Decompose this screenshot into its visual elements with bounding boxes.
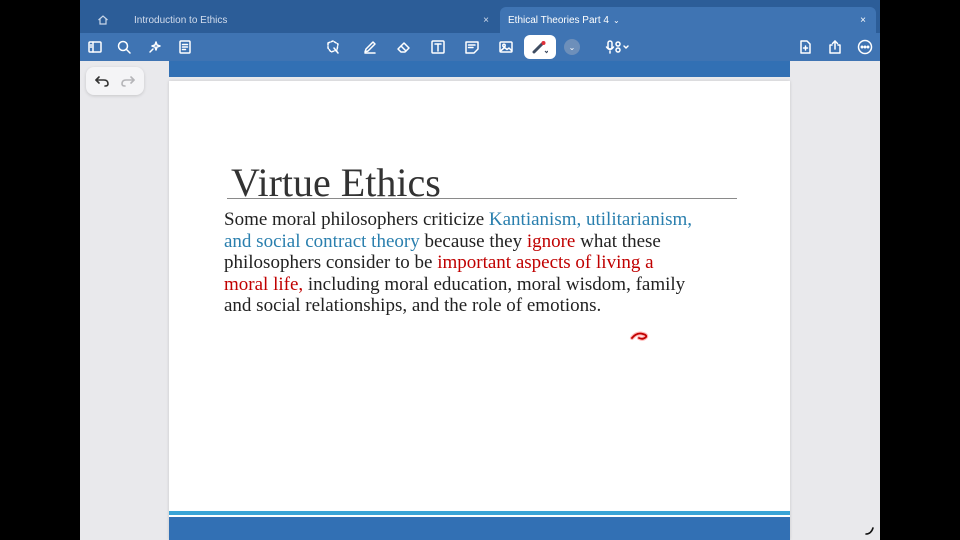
text-box-icon[interactable] [428, 38, 448, 56]
undo-redo-group [86, 67, 144, 95]
tab-bar: Introduction to Ethics × Ethical Theorie… [80, 0, 880, 33]
lasso-icon[interactable] [323, 38, 343, 56]
laser-pointer-scribble [630, 331, 649, 341]
text-span: what these [575, 230, 661, 252]
resize-handle-icon[interactable] [864, 524, 876, 536]
highlighted-text-red: moral life, [224, 273, 304, 295]
tab-label: Introduction to Ethics [134, 14, 228, 26]
more-icon[interactable] [855, 38, 875, 56]
home-icon [98, 15, 108, 25]
chevron-down-icon[interactable]: ⌄ [613, 16, 620, 25]
home-tab[interactable] [94, 7, 112, 33]
highlighted-text-blue: Kantianism, utilitarianism, [488, 209, 693, 230]
document-list-icon[interactable] [175, 38, 195, 56]
slide-body-text: Some moral philosophers criticize Kantia… [224, 209, 744, 317]
sidebar-icon[interactable] [85, 38, 105, 56]
sticky-note-icon[interactable] [462, 38, 482, 56]
text-span: Some moral philosophers criticize [224, 209, 489, 230]
undo-icon[interactable] [94, 73, 110, 89]
slide-page: Virtue Ethics Some moral philosophers cr… [169, 81, 790, 540]
title-divider [227, 198, 737, 199]
text-span: and social relationships, and the role o… [224, 295, 602, 316]
ai-sparkle-icon[interactable] [145, 38, 165, 56]
text-span: philosophers consider to be [224, 252, 438, 273]
tab-introduction-to-ethics[interactable]: Introduction to Ethics × [120, 7, 495, 33]
tab-close-icon[interactable]: × [860, 15, 866, 26]
body-line: philosophers consider to be important as… [224, 252, 744, 274]
image-icon[interactable] [496, 38, 516, 56]
share-icon[interactable] [825, 38, 845, 56]
tab-label: Ethical Theories Part 4 [508, 14, 609, 26]
body-line: moral life, including moral education, m… [224, 274, 744, 296]
microphone-icon[interactable] [602, 38, 632, 56]
search-icon[interactable] [114, 38, 134, 56]
previous-page-footer-band [169, 61, 790, 77]
laser-pointer-icon[interactable] [524, 35, 556, 59]
text-span: including moral education, moral wisdom,… [303, 273, 686, 295]
body-line: and social contract theory because they … [224, 231, 744, 253]
pen-icon[interactable] [360, 38, 380, 56]
slide-footer-accent [169, 511, 790, 515]
color-chevron-icon[interactable]: ⌄ [564, 39, 580, 55]
tab-ethical-theories-part-4[interactable]: Ethical Theories Part 4 ⌄ × [500, 7, 876, 33]
highlighted-text-blue: and social contract theory [224, 230, 420, 252]
eraser-icon[interactable] [394, 38, 414, 56]
toolbar: ⌄ [80, 33, 880, 61]
body-line: Some moral philosophers criticize Kantia… [224, 209, 744, 231]
highlighted-text-red: ignore [526, 230, 576, 252]
notes-app-window: Introduction to Ethics × Ethical Theorie… [80, 0, 880, 540]
body-line: and social relationships, and the role o… [224, 295, 744, 317]
highlighted-text-red: important aspects of living a [437, 252, 654, 273]
redo-icon[interactable] [120, 73, 136, 89]
text-span: because they [419, 230, 527, 252]
slide-footer-band [169, 517, 790, 540]
tab-close-icon[interactable]: × [483, 15, 489, 26]
add-page-icon[interactable] [795, 38, 815, 56]
